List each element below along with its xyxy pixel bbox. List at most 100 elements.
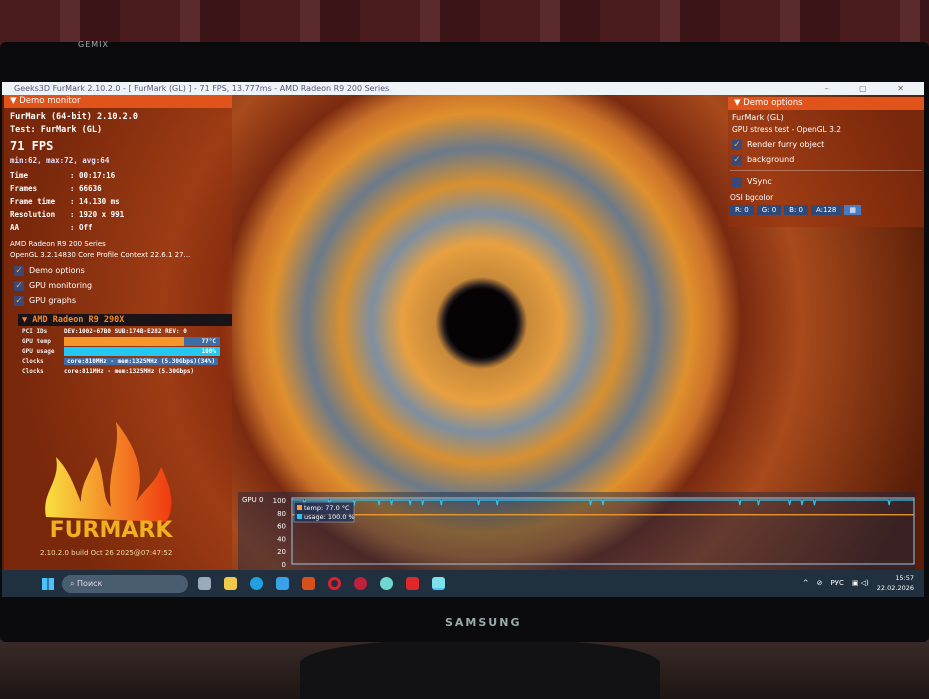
demo-monitor-title: Demo monitor bbox=[19, 96, 81, 106]
start-icon[interactable] bbox=[42, 577, 54, 590]
options-subtitle: GPU stress test - OpenGL 3.2 bbox=[732, 125, 841, 134]
app-active-icon[interactable] bbox=[432, 577, 445, 590]
temp-value: 77°C bbox=[201, 337, 216, 345]
temp-label: GPU temp bbox=[22, 337, 51, 345]
stat-row: Frames : 66636 bbox=[10, 184, 232, 197]
osi-color-field[interactable]: A:128 bbox=[811, 205, 842, 215]
stat-value: : 14.130 ms bbox=[70, 197, 120, 206]
checkbox-label: background bbox=[747, 155, 795, 164]
app-version: FurMark (64-bit) 2.10.2.0 bbox=[10, 112, 138, 122]
monitor-brand: SAMSUNG bbox=[445, 616, 522, 629]
furmark-logo: FURMARK bbox=[45, 422, 174, 543]
usage-value: 100% bbox=[201, 347, 216, 355]
legend-swatch bbox=[297, 505, 302, 510]
osi-color-field[interactable]: R: 0 bbox=[730, 205, 754, 215]
gpu-block-header[interactable]: ▼ AMD Radeon R9 290X bbox=[18, 314, 232, 326]
temp-bar: 77°C bbox=[64, 336, 220, 346]
gpu-graph: GPU 0 100 80 60 40 20 0 temp: 77.0 °Cusage: 100… bbox=[238, 492, 916, 570]
stat-label: Resolution bbox=[10, 210, 56, 219]
graph-title: GPU 0 bbox=[242, 496, 263, 504]
osi-color-field[interactable]: B: 0 bbox=[784, 205, 808, 215]
color-picker-icon[interactable]: ▦ bbox=[844, 205, 862, 215]
osi-color-field[interactable]: G: 0 bbox=[756, 205, 782, 215]
stat-row: Resolution : 1920 x 991 bbox=[10, 210, 232, 223]
edge-icon[interactable] bbox=[250, 577, 263, 590]
gpu-block: ▼ AMD Radeon R9 290X PCI IDs DEV:1002-67B… bbox=[18, 314, 232, 376]
checkmark-icon: ✓ bbox=[14, 280, 24, 291]
option-checkbox[interactable]: ✓ Render furry object bbox=[728, 137, 924, 152]
file-explorer-icon[interactable] bbox=[224, 577, 237, 590]
window-titlebar: Geeks3D FurMark 2.10.2.0 - [ FurMark (GL… bbox=[2, 82, 924, 95]
checkmark-icon: ✓ bbox=[732, 154, 742, 165]
y-tick-label: 60 bbox=[277, 523, 286, 531]
stat-value: : Off bbox=[70, 223, 93, 232]
usage-bar: 100% bbox=[64, 346, 220, 356]
y-tick-label: 40 bbox=[277, 535, 286, 543]
furmark-icon[interactable] bbox=[302, 577, 315, 590]
checkmark-icon: ✓ bbox=[14, 295, 24, 306]
stat-label: Time bbox=[10, 171, 29, 180]
chevron-up-icon[interactable]: ^ bbox=[803, 579, 809, 587]
mail-icon[interactable] bbox=[276, 577, 289, 590]
app-red-icon[interactable] bbox=[354, 577, 367, 590]
network-off-icon[interactable]: ⊘ bbox=[817, 579, 823, 587]
y-tick-label: 80 bbox=[277, 510, 286, 518]
stat-label: AA bbox=[10, 223, 20, 232]
system-tray: ^ ⊘ РУС ▣ ◁) 15:57 22.02.2026 bbox=[803, 573, 914, 593]
clocks-value: core:811MHz - mem:1325MHz (5.30Gbps) bbox=[64, 367, 195, 375]
search-placeholder: Поиск bbox=[77, 578, 103, 588]
clock[interactable]: 15:57 22.02.2026 bbox=[877, 573, 914, 593]
gpu-block-title: AMD Radeon R9 290X bbox=[32, 315, 125, 325]
build-info: 2.10.2.0 build Oct 26 2025@07:47:52 bbox=[40, 549, 173, 557]
option-checkbox[interactable]: ✓ background bbox=[728, 152, 924, 167]
test-name: Test: FurMark (GL) bbox=[10, 125, 103, 135]
y-tick-label: 100 bbox=[273, 497, 286, 505]
volume-icon[interactable]: ▣ ◁) bbox=[852, 579, 869, 587]
stat-row: Time: 00:17:16 bbox=[10, 171, 232, 184]
clocks-value: core:810MHz - mem:1325MHz (5.30Gbps)(34%… bbox=[64, 357, 219, 365]
stat-value: : 66636 bbox=[70, 184, 102, 193]
checkbox-label: Demo options bbox=[29, 266, 85, 275]
pci-label: PCI IDs bbox=[22, 327, 48, 335]
clock-time: 15:57 bbox=[895, 574, 914, 582]
task-view-icon[interactable] bbox=[198, 577, 211, 590]
stat-row: Frame time: 14.130 ms bbox=[10, 197, 232, 210]
demo-monitor-header[interactable]: ▼ Demo monitor bbox=[4, 95, 232, 108]
vsync-checkbox[interactable]: VSync bbox=[728, 174, 924, 189]
checkbox-label: GPU graphs bbox=[29, 296, 77, 305]
logo-text: FURMARK bbox=[50, 518, 174, 543]
checkmark-icon: ✓ bbox=[732, 139, 742, 150]
app-bolt-icon[interactable] bbox=[406, 577, 419, 590]
window-controls[interactable]: – ▢ ✕ bbox=[825, 82, 918, 95]
checkbox-label: GPU monitoring bbox=[29, 281, 93, 290]
gemix-label: GEMIX bbox=[78, 40, 109, 49]
clocks-label: Clocks bbox=[22, 367, 44, 375]
vsync-label: VSync bbox=[747, 177, 772, 186]
app-teal-icon[interactable] bbox=[380, 577, 393, 590]
stat-value: : 1920 x 991 bbox=[70, 210, 125, 219]
flame-logo-icon bbox=[45, 422, 172, 522]
clocks-label: Clocks bbox=[22, 357, 44, 365]
checkbox-gpu-graphs[interactable]: ✓ GPU graphs bbox=[4, 293, 232, 308]
stat-label: Frames bbox=[10, 184, 38, 193]
opera-icon[interactable] bbox=[328, 577, 341, 590]
search-box[interactable]: ⌕ Поиск bbox=[62, 574, 188, 593]
options-title: FurMark (GL) bbox=[732, 113, 784, 122]
stat-row: AA : Off bbox=[10, 223, 232, 236]
clock-date: 22.02.2026 bbox=[876, 584, 914, 592]
checkbox-icon bbox=[732, 176, 742, 187]
checkmark-icon: ✓ bbox=[14, 265, 24, 276]
taskbar: ⌕ Поиск ^ ⊘ РУС ▣ ◁) 15:57 22.02.2026 bbox=[2, 570, 924, 597]
checkbox-demo-options[interactable]: ✓ Demo options bbox=[4, 263, 232, 278]
demo-options-header[interactable]: ▼ Demo options bbox=[728, 97, 924, 110]
checkbox-gpu-monitoring[interactable]: ✓ GPU monitoring bbox=[4, 278, 232, 293]
gl-info: OpenGL 3.2.14830 Core Profile Context 22… bbox=[10, 251, 191, 259]
checkbox-label: Render furry object bbox=[747, 140, 825, 149]
screen: Geeks3D FurMark 2.10.2.0 - [ FurMark (GL… bbox=[2, 82, 924, 597]
y-tick-label: 20 bbox=[277, 548, 286, 556]
demo-options-title: Demo options bbox=[743, 98, 803, 108]
gpu-name: AMD Radeon R9 200 Series bbox=[10, 240, 106, 248]
legend-label: usage: 100.0 % bbox=[304, 513, 355, 521]
pci-value: DEV:1002-67B0 SUB:174B-E282 REV: 0 bbox=[64, 327, 187, 335]
language-indicator[interactable]: РУС bbox=[830, 579, 843, 587]
